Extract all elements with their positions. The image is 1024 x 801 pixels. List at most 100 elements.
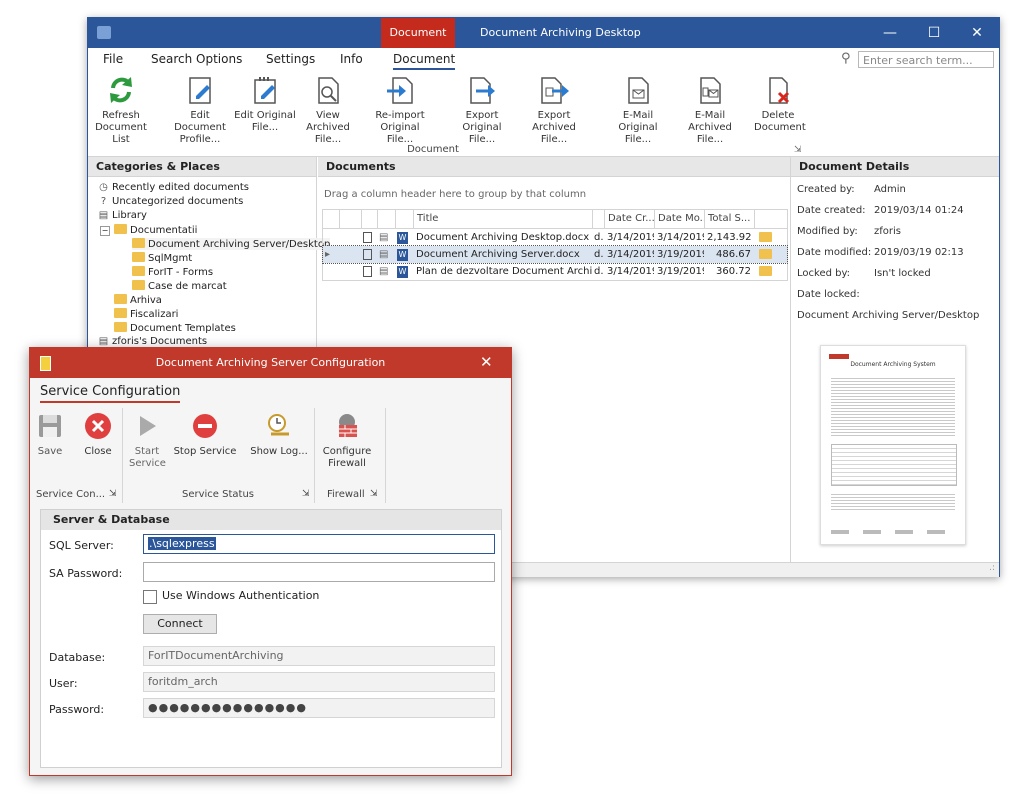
menu-settings[interactable]: Settings	[266, 52, 315, 66]
tree-label: Uncategorized documents	[112, 196, 244, 207]
tab-service-configuration[interactable]: Service Configuration	[40, 384, 181, 403]
database-label: Database:	[49, 651, 106, 664]
menu-document[interactable]: Document	[393, 52, 456, 70]
windows-auth-label: Use Windows Authentication	[162, 589, 320, 602]
stop-service-button[interactable]: Stop Service	[172, 412, 238, 458]
show-log-button[interactable]: Show Log...	[248, 412, 310, 458]
menu-info[interactable]: Info	[340, 52, 363, 66]
folder-icon	[759, 246, 783, 263]
folder-icon	[132, 266, 145, 276]
table-row[interactable]: ▤WDocument Archiving Desktop.docxd...3/1…	[323, 229, 787, 246]
edit-original-file-button[interactable]: Edit Original File...	[234, 74, 296, 134]
sql-server-value: .\sqlexpress	[148, 537, 216, 550]
section-header: Server & Database	[41, 510, 501, 530]
ribbon-separator	[314, 408, 315, 503]
delete-document-button[interactable]: Delete Document	[754, 74, 806, 134]
library-icon: ▤	[98, 210, 109, 221]
row-title: Document Archiving Server.docx	[416, 249, 580, 260]
column-flag[interactable]	[592, 210, 604, 228]
ribbon-label: Document	[754, 122, 806, 133]
windows-auth-checkbox[interactable]	[143, 590, 157, 604]
search-input[interactable]: Enter search term...	[858, 51, 994, 68]
group-by-hint: Drag a column header here to group by th…	[324, 189, 587, 200]
ribbon-group-label: Document	[407, 144, 459, 155]
play-icon	[140, 416, 156, 436]
menu-file[interactable]: File	[103, 52, 123, 66]
document-preview[interactable]: Document Archiving System	[820, 345, 966, 545]
minimize-button[interactable]: —	[868, 18, 912, 48]
start-service-button[interactable]: Start Service	[129, 412, 166, 470]
recent-icon: ◷	[99, 182, 108, 193]
ribbon-label: E-Mail Archived	[688, 110, 732, 133]
detail-category-path: Document Archiving Server/Desktop	[797, 310, 980, 321]
group-launcher-icon[interactable]: ⇲	[370, 489, 378, 499]
row-date-modified: 3/14/2019	[657, 232, 704, 243]
view-archived-file-button[interactable]: View Archived File...	[296, 74, 360, 146]
detail-value: 2019/03/14 01:24	[874, 205, 964, 216]
group-label-service-config: Service Con...	[36, 489, 106, 500]
row-title: Plan de dezvoltare Document Archiving	[416, 266, 592, 277]
export-original-file-button[interactable]: Export Original File...	[448, 74, 516, 146]
close-window-button[interactable]: ✕	[955, 18, 999, 48]
preview-title: Document Archiving System	[850, 361, 936, 368]
table-row[interactable]: ▸▤WDocument Archiving Server.docxd...3/1…	[322, 245, 788, 264]
tree-item-selected[interactable]: Document Archiving Server/Desktop	[132, 238, 331, 250]
sa-password-label: SA Password:	[49, 567, 123, 580]
export-icon	[470, 77, 495, 104]
edit-document-profile-button[interactable]: Edit Document Profile...	[168, 74, 232, 146]
dialog-close-icon[interactable]: ✕	[480, 353, 493, 371]
resize-grip-icon[interactable]: .:	[989, 563, 995, 573]
close-button[interactable]: Close	[81, 412, 115, 458]
password-label: Password:	[49, 703, 105, 716]
refresh-document-list-button[interactable]: Refresh Document List	[90, 74, 152, 146]
ribbon-launcher-icon[interactable]: ⇲	[794, 145, 802, 155]
column-total-size[interactable]: Total S...	[704, 210, 754, 228]
refresh-icon	[110, 77, 132, 103]
detail-value: zforis	[874, 226, 901, 237]
column-title[interactable]: Title	[413, 210, 592, 228]
sa-password-input[interactable]	[143, 562, 495, 582]
ribbon-label: View Archived	[306, 110, 350, 133]
sql-server-input[interactable]: .\sqlexpress	[143, 534, 495, 554]
save-button[interactable]: Save	[36, 412, 64, 458]
tree-item-document-templates[interactable]: Document Templates	[114, 322, 236, 334]
email-original-file-button[interactable]: E-Mail Original File...	[604, 74, 672, 146]
folder-icon	[114, 322, 127, 332]
configure-firewall-button[interactable]: Configure Firewall	[322, 412, 372, 470]
lock-icon	[363, 263, 377, 280]
tree-item-fiscalizari[interactable]: Fiscalizari	[114, 308, 178, 320]
collapse-icon[interactable]: −	[100, 226, 110, 236]
tree-item-library[interactable]: ▤ Library	[98, 210, 147, 221]
reimport-original-file-button[interactable]: Re-import Original File...	[368, 74, 432, 146]
dialog-button-label: Stop Service	[173, 446, 237, 457]
group-launcher-icon[interactable]: ⇲	[302, 489, 310, 499]
connect-button[interactable]: Connect	[143, 614, 217, 634]
tree-item-sqlmgmt[interactable]: SqlMgmt	[132, 252, 192, 264]
column-file	[377, 210, 395, 228]
tree-item-forit-forms[interactable]: ForIT - Forms	[132, 266, 213, 278]
tree-item-case-de-marcat[interactable]: Case de marcat	[132, 280, 227, 292]
column-date-created[interactable]: Date Cr...	[604, 210, 654, 228]
ribbon-label: Re-import	[375, 110, 425, 121]
search-icon[interactable]: ⚲	[841, 51, 855, 67]
column-date-modified[interactable]: Date Mo...	[654, 210, 704, 228]
tree-item-user-documents[interactable]: ▤ zforis's Documents	[98, 336, 207, 347]
tree-item-recent[interactable]: ◷ Recently edited documents	[98, 182, 249, 193]
document-details-panel: Document Details Created by: Admin Date …	[791, 157, 999, 562]
preview-text-lines	[831, 376, 955, 436]
tree-item-uncategorized[interactable]: ? Uncategorized documents	[98, 196, 243, 207]
tree-item-arhiva[interactable]: Arhiva	[114, 294, 162, 306]
table-row[interactable]: ▤ W Plan de dezvoltare Document Archivingd…	[323, 263, 787, 280]
menu-search-options[interactable]: Search Options	[151, 52, 242, 66]
group-launcher-icon[interactable]: ⇲	[109, 489, 117, 499]
maximize-button[interactable]: ☐	[912, 18, 956, 48]
delete-icon	[769, 77, 790, 104]
tree-label: Arhiva	[130, 295, 162, 306]
email-archived-file-button[interactable]: E-Mail Archived File...	[674, 74, 746, 146]
export-archived-file-button[interactable]: Export Archived File...	[518, 74, 590, 146]
row-date-created: 3/14/2019	[607, 266, 654, 277]
menu-bar: File Search Options Settings Info Docume…	[88, 48, 999, 72]
dialog-button-label: Show Log...	[250, 446, 308, 457]
lock-icon	[363, 246, 377, 263]
tree-item-documentatii[interactable]: − Documentatii	[100, 224, 197, 236]
